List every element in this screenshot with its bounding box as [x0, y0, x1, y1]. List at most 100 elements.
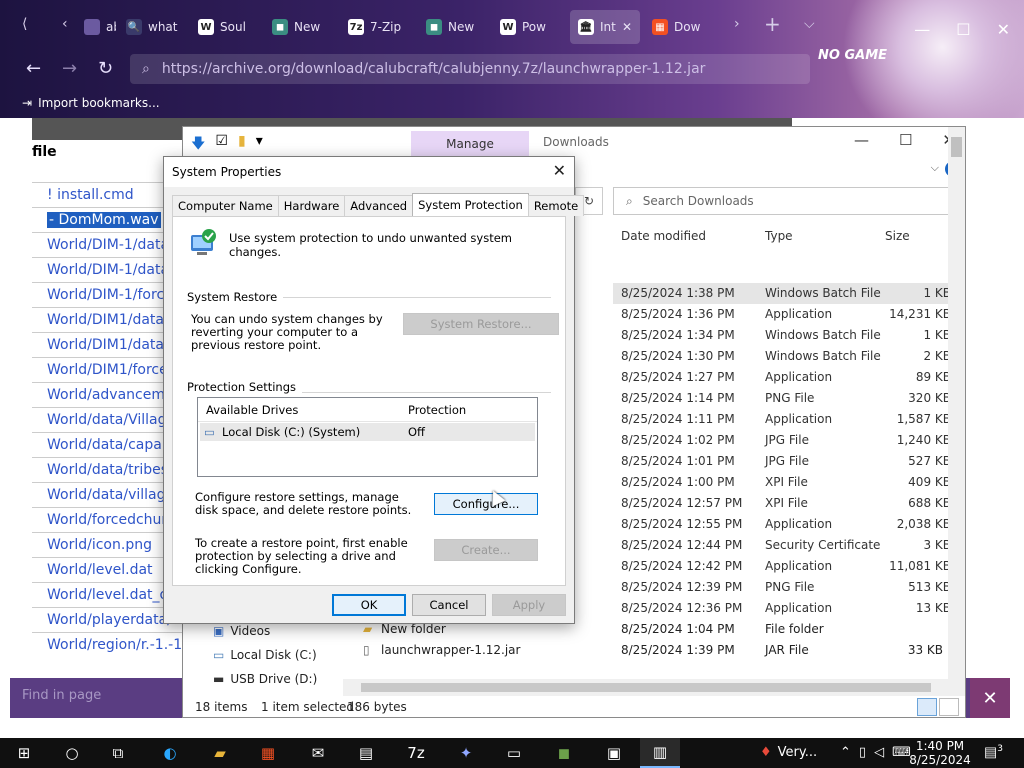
file-row[interactable]: ▯ launchwrapper-1.12.jar 8/25/2024 1:39 PM…: [363, 640, 963, 661]
file-link[interactable]: World/DIM1/data/c: [32, 307, 182, 332]
file-row[interactable]: 8/25/2024 12:42 PM Application 11,081 KB: [613, 556, 955, 577]
details-view-icon[interactable]: [917, 698, 937, 716]
tab-scroll-left-icon[interactable]: ‹: [62, 16, 68, 32]
file-link[interactable]: World/data/village: [32, 482, 182, 507]
notification-center-icon[interactable]: ▤3: [984, 744, 1003, 761]
horizontal-scrollbar[interactable]: [343, 679, 965, 696]
column-available-drives[interactable]: Available Drives: [206, 403, 298, 417]
file-link[interactable]: World/DIM1/forced: [32, 357, 182, 382]
back-icon[interactable]: ←: [26, 58, 41, 79]
file-link[interactable]: World/DIM-1/data: [32, 257, 182, 282]
close-tab-icon[interactable]: ✕: [622, 20, 632, 34]
system-restore-button[interactable]: System Restore...: [403, 313, 559, 335]
volume-icon[interactable]: ◁: [874, 745, 884, 760]
nav-item-usb-drive[interactable]: ▬ USB Drive (D:): [213, 667, 333, 691]
file-link[interactable]: World/DIM-1/data: [32, 232, 182, 257]
file-link[interactable]: World/DIM1/data/v: [32, 332, 182, 357]
file-explorer-icon[interactable]: ▰: [200, 738, 240, 768]
browser-tab[interactable]: abl: [76, 10, 116, 44]
file-row[interactable]: 8/25/2024 12:39 PM PNG File 513 KB: [613, 577, 955, 598]
close-icon[interactable]: ✕: [997, 20, 1010, 39]
browser-tab[interactable]: ▦ Dow: [644, 10, 728, 44]
file-link[interactable]: World/region/r.-1.-1.m: [32, 632, 182, 657]
edge-icon[interactable]: ◐: [150, 738, 190, 768]
tab-remote[interactable]: Remote: [527, 195, 585, 216]
file-link[interactable]: World/advanceme: [32, 382, 182, 407]
ok-button[interactable]: OK: [332, 594, 406, 616]
nav-item-local-disk[interactable]: ▭ Local Disk (C:): [213, 643, 333, 667]
file-row[interactable]: 8/25/2024 1:11 PM Application 1,587 KB: [613, 409, 955, 430]
browser-icon[interactable]: ✦: [446, 738, 486, 768]
customize-icon[interactable]: ▾: [256, 133, 263, 157]
file-link[interactable]: World/data/Village: [32, 407, 182, 432]
browser-tab[interactable]: ◼ New: [264, 10, 336, 44]
drives-list[interactable]: Available Drives Protection ▭ Local Disk…: [197, 397, 538, 477]
file-link[interactable]: World/icon.png: [32, 532, 182, 557]
tab-computer-name[interactable]: Computer Name: [172, 195, 279, 216]
manage-ribbon-tab[interactable]: Manage: [411, 131, 529, 157]
file-link[interactable]: World/level.dat_old: [32, 582, 182, 607]
reload-icon[interactable]: ↻: [98, 58, 113, 79]
vertical-scrollbar[interactable]: [948, 127, 965, 687]
tab-system-protection[interactable]: System Protection: [412, 193, 529, 216]
file-link[interactable]: ! install.cmd: [32, 182, 182, 207]
file-link[interactable]: World/data/tribes.: [32, 457, 182, 482]
file-link[interactable]: World/playerdata/426: [32, 607, 182, 632]
file-row[interactable]: 8/25/2024 1:27 PM Application 89 KB: [613, 367, 955, 388]
file-row[interactable]: 8/25/2024 1:36 PM Application 14,231 KB: [613, 304, 955, 325]
column-size[interactable]: Size: [885, 229, 910, 243]
mail-icon[interactable]: ✉: [298, 738, 338, 768]
task-view-icon[interactable]: ⧉: [98, 738, 138, 768]
file-row[interactable]: 8/25/2024 12:36 PM Application 13 KB: [613, 598, 955, 619]
file-row[interactable]: 8/25/2024 12:57 PM XPI File 688 KB: [613, 493, 955, 514]
drive-row[interactable]: ▭ Local Disk (C:) (System) Off: [200, 423, 535, 441]
tab-advanced[interactable]: Advanced: [344, 195, 414, 216]
folder-icon[interactable]: ▮: [238, 133, 246, 157]
control-panel-icon[interactable]: ▤: [346, 738, 386, 768]
tab-hardware[interactable]: Hardware: [277, 195, 346, 216]
file-link[interactable]: - DomMom.wav: [32, 207, 182, 232]
store-icon[interactable]: ▦: [248, 738, 288, 768]
minecraft-icon[interactable]: ◼: [544, 738, 584, 768]
create-button[interactable]: Create...: [434, 539, 538, 561]
bookmarks-bar[interactable]: ⇥ Import bookmarks...: [22, 96, 160, 110]
search-icon[interactable]: ○: [52, 738, 92, 768]
file-row[interactable]: 8/25/2024 1:14 PM PNG File 320 KB: [613, 388, 955, 409]
forward-icon[interactable]: →: [62, 58, 77, 79]
file-row[interactable]: 8/25/2024 1:02 PM JPG File 1,240 KB: [613, 430, 955, 451]
close-icon[interactable]: ✕: [970, 678, 1010, 718]
column-type[interactable]: Type: [765, 229, 793, 243]
file-row[interactable]: 8/25/2024 1:34 PM Windows Batch File 1 KB: [613, 325, 955, 346]
import-bookmarks-link[interactable]: Import bookmarks...: [38, 96, 160, 110]
chevron-down-icon[interactable]: ⌵: [931, 161, 939, 175]
new-tab-button[interactable]: +: [764, 12, 781, 36]
system-icon[interactable]: ▣: [594, 738, 634, 768]
properties-icon[interactable]: ☑: [215, 133, 228, 157]
file-row[interactable]: 8/25/2024 1:00 PM XPI File 409 KB: [613, 472, 955, 493]
configure-button[interactable]: Configure...: [434, 493, 538, 515]
tab-scroll-left-icon[interactable]: ⟨: [22, 16, 27, 32]
system-properties-task-icon[interactable]: ▥: [640, 738, 680, 768]
file-link[interactable]: World/DIM-1/force: [32, 282, 182, 307]
scroll-thumb[interactable]: [361, 683, 931, 692]
browser-tab[interactable]: W Soul: [190, 10, 260, 44]
search-input[interactable]: ⌕ Search Downloads: [613, 187, 953, 215]
down-arrow-icon[interactable]: 🡇: [191, 133, 205, 157]
start-icon[interactable]: ⊞: [4, 738, 44, 768]
apply-button[interactable]: Apply: [492, 594, 566, 616]
file-row[interactable]: 8/25/2024 12:55 PM Application 2,038 KB: [613, 514, 955, 535]
url-bar[interactable]: ⌕ https://archive.org/download/calubcraf…: [130, 54, 810, 84]
file-link[interactable]: World/level.dat: [32, 557, 182, 582]
find-input[interactable]: Find in page: [22, 688, 101, 703]
minimize-icon[interactable]: —: [854, 131, 869, 149]
scroll-thumb[interactable]: [951, 137, 962, 157]
browser-tab[interactable]: W Pow: [492, 10, 566, 44]
chevron-up-icon[interactable]: ⌃: [840, 745, 851, 760]
cancel-button[interactable]: Cancel: [412, 594, 486, 616]
file-link[interactable]: World/forcedchun: [32, 507, 182, 532]
column-date-modified[interactable]: Date modified: [621, 229, 706, 243]
maximize-icon[interactable]: ☐: [956, 20, 970, 39]
browser-tab[interactable]: 7z 7-Zip: [340, 10, 414, 44]
browser-tab[interactable]: 🏛 Int ✕: [570, 10, 640, 44]
file-row[interactable]: 8/25/2024 1:38 PM Windows Batch File 1 KB: [613, 283, 955, 304]
